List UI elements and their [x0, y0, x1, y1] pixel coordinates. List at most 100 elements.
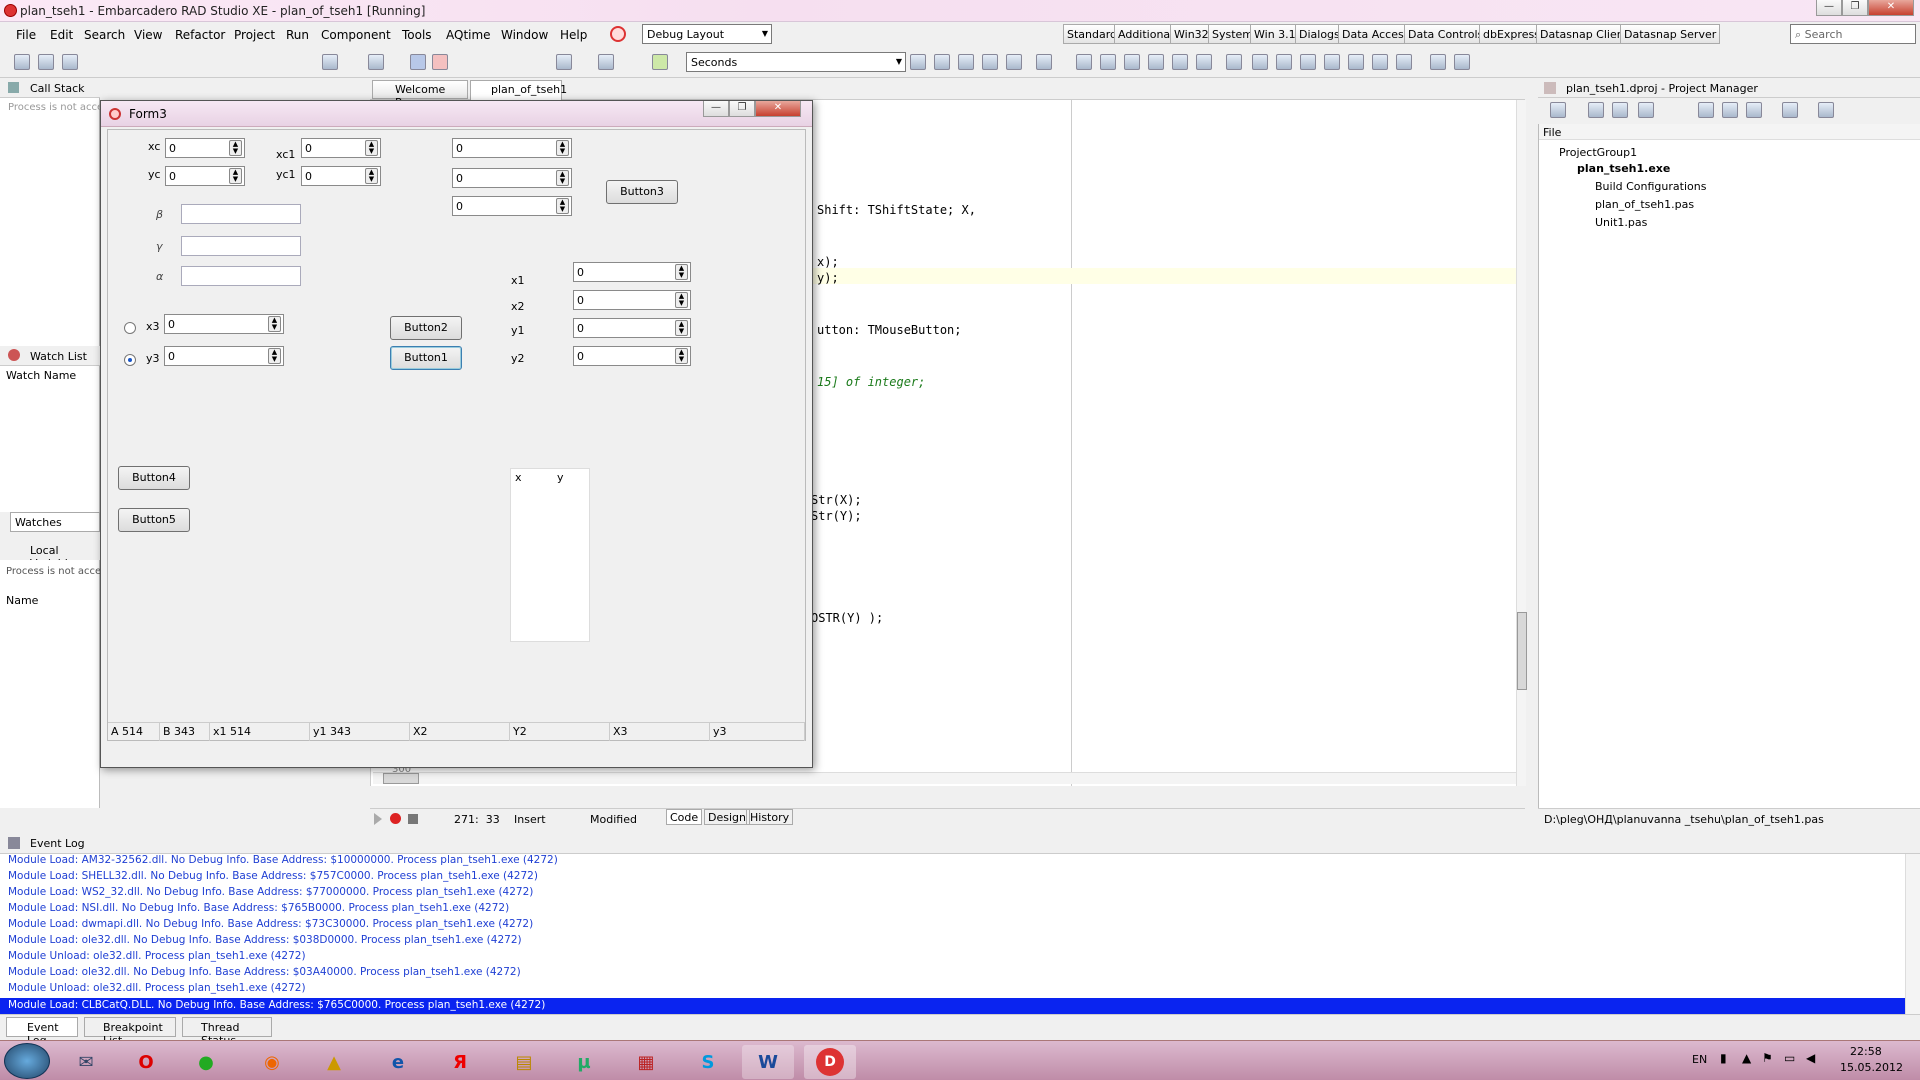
- form-restore-button[interactable]: ❐: [729, 101, 755, 117]
- menu-view[interactable]: View: [134, 28, 162, 42]
- view-icon[interactable]: [1782, 102, 1798, 118]
- word-icon[interactable]: W: [742, 1045, 794, 1079]
- frame-icon[interactable]: [1076, 54, 1092, 70]
- actionlist-icon[interactable]: [1454, 54, 1470, 70]
- start-button[interactable]: [4, 1043, 50, 1079]
- palette-tab-win31[interactable]: Win 3.1: [1250, 24, 1300, 44]
- radio-y3[interactable]: [124, 354, 136, 366]
- explorer-icon[interactable]: ▤: [498, 1045, 550, 1079]
- radiogroup-icon[interactable]: [1396, 54, 1412, 70]
- locals-panel[interactable]: Process is not acce Name: [0, 560, 101, 808]
- menu-project[interactable]: Project: [234, 28, 275, 42]
- menu-tools[interactable]: Tools: [402, 28, 432, 42]
- edit-gamma[interactable]: [181, 236, 301, 256]
- restore-button[interactable]: ❐: [1842, 0, 1868, 16]
- network-icon[interactable]: ▮: [1720, 1051, 1727, 1065]
- chart-icon[interactable]: [958, 54, 974, 70]
- spin-arrows-icon[interactable]: ▲ ▼: [268, 316, 281, 332]
- play-icon[interactable]: [374, 813, 382, 825]
- spinedit-r3[interactable]: 0 ▲ ▼: [452, 196, 572, 216]
- y1-spinedit[interactable]: 0 ▲ ▼: [573, 318, 691, 338]
- x1-spinedit[interactable]: 0 ▲ ▼: [573, 262, 691, 282]
- seconds-combo[interactable]: Seconds ▼: [686, 52, 906, 72]
- add-new-icon[interactable]: [1550, 102, 1566, 118]
- spin-arrows-icon[interactable]: ▲ ▼: [365, 168, 378, 184]
- scrollbar-icon[interactable]: [1348, 54, 1364, 70]
- menu-search[interactable]: Search: [84, 28, 125, 42]
- palette-tab-standard[interactable]: Standard: [1063, 24, 1122, 44]
- stop-icon[interactable]: [408, 814, 418, 824]
- monitor-icon[interactable]: ▭: [1784, 1051, 1795, 1065]
- yc-spinedit[interactable]: 0 ▲ ▼: [165, 166, 245, 186]
- spin-arrows-icon[interactable]: ▲ ▼: [675, 264, 688, 280]
- menu-aqtime[interactable]: AQtime: [446, 28, 491, 42]
- x3-spinedit[interactable]: 0 ▲ ▼: [164, 314, 284, 334]
- collapse-icon[interactable]: [1746, 102, 1762, 118]
- groupbox-icon[interactable]: [1372, 54, 1388, 70]
- chrome-icon[interactable]: ●: [180, 1045, 232, 1079]
- spin-arrows-icon[interactable]: ▲ ▼: [675, 292, 688, 308]
- forward-icon[interactable]: [598, 54, 614, 70]
- c-icon[interactable]: [982, 54, 998, 70]
- button-icon[interactable]: [1226, 54, 1242, 70]
- form-minimize-button[interactable]: —: [703, 101, 729, 117]
- y2-spinedit[interactable]: 0 ▲ ▼: [573, 346, 691, 366]
- project-tree[interactable]: File ProjectGroup1 plan_tseh1.exe Build …: [1538, 124, 1920, 808]
- combobox-icon[interactable]: [1324, 54, 1340, 70]
- palette-tab-win32[interactable]: Win32: [1170, 24, 1213, 44]
- layer-icon[interactable]: [652, 54, 668, 70]
- archive-icon[interactable]: ▦: [620, 1045, 672, 1079]
- clock-time[interactable]: 22:58: [1850, 1045, 1882, 1058]
- delphi-icon[interactable]: D: [804, 1045, 856, 1079]
- tree-plan-of-tseh1[interactable]: plan_of_tseh1.pas: [1595, 198, 1694, 211]
- button1[interactable]: Button1: [390, 346, 462, 370]
- label-icon[interactable]: [1148, 54, 1164, 70]
- radiobutton-icon[interactable]: [1276, 54, 1292, 70]
- xc-spinedit[interactable]: 0 ▲ ▼: [165, 138, 245, 158]
- menu-run[interactable]: Run: [286, 28, 309, 42]
- chevron-up-icon[interactable]: ▲: [1742, 1051, 1751, 1065]
- language-indicator[interactable]: EN: [1692, 1053, 1707, 1066]
- tab-thread-status[interactable]: Thread Status: [182, 1017, 272, 1047]
- memo-icon[interactable]: [1196, 54, 1212, 70]
- form3-window[interactable]: Form3 — ❐ ✕ xc 0 ▲ ▼ yc 0 ▲ ▼ xc1 0 ▲ ▼ yc1 0 ▲…: [100, 100, 813, 768]
- flag-icon[interactable]: ⚑: [1762, 1051, 1773, 1065]
- step-icon[interactable]: [368, 54, 384, 70]
- close-button[interactable]: ✕: [1868, 0, 1914, 16]
- pause-icon[interactable]: [410, 54, 426, 70]
- palette-tab-data-access[interactable]: Data Access: [1338, 24, 1414, 44]
- save-all-icon[interactable]: [62, 54, 78, 70]
- new-icon[interactable]: [14, 54, 30, 70]
- tab-design[interactable]: Design: [704, 809, 750, 825]
- log-line-selected[interactable]: Module Load: CLBCatQ.DLL. No Debug Info.…: [0, 998, 1905, 1014]
- spin-arrows-icon[interactable]: ▲ ▼: [556, 170, 569, 186]
- callstack-panel[interactable]: Process is not acce: [0, 98, 103, 346]
- popupmenu-icon[interactable]: [1124, 54, 1140, 70]
- edit-alpha[interactable]: [181, 266, 301, 286]
- y3-spinedit[interactable]: 0 ▲ ▼: [164, 346, 284, 366]
- tab-history[interactable]: History: [746, 809, 794, 825]
- clock-date[interactable]: 15.05.2012: [1840, 1061, 1903, 1074]
- expand-icon[interactable]: [1722, 102, 1738, 118]
- stop-icon[interactable]: [432, 54, 448, 70]
- debug-layout-icon[interactable]: [610, 26, 626, 42]
- palette-tab-additional[interactable]: Additional: [1114, 24, 1178, 44]
- eventlog-panel[interactable]: Module Load: AM32-32562.dll. No Debug In…: [0, 854, 1920, 1014]
- edit-beta[interactable]: [181, 204, 301, 224]
- opera-icon[interactable]: O: [120, 1045, 172, 1079]
- menu-refactor[interactable]: Refactor: [175, 28, 225, 42]
- panel-icon[interactable]: [1430, 54, 1446, 70]
- palette-tab-dbexpress[interactable]: dbExpress: [1479, 24, 1544, 44]
- record-icon[interactable]: [390, 813, 401, 824]
- button4[interactable]: Button4: [118, 466, 190, 490]
- spin-arrows-icon[interactable]: ▲ ▼: [675, 320, 688, 336]
- yandex-icon[interactable]: Я: [434, 1045, 486, 1079]
- tree-project-group[interactable]: ProjectGroup1: [1559, 146, 1637, 159]
- build-icon[interactable]: [1638, 102, 1654, 118]
- editor-vscroll-thumb[interactable]: [1517, 612, 1527, 690]
- string-grid[interactable]: x y: [510, 468, 590, 642]
- profile-icon[interactable]: [934, 54, 950, 70]
- menu-file[interactable]: File: [16, 28, 36, 42]
- run-icon[interactable]: [322, 54, 338, 70]
- editor-hscrollbar[interactable]: [373, 772, 1516, 784]
